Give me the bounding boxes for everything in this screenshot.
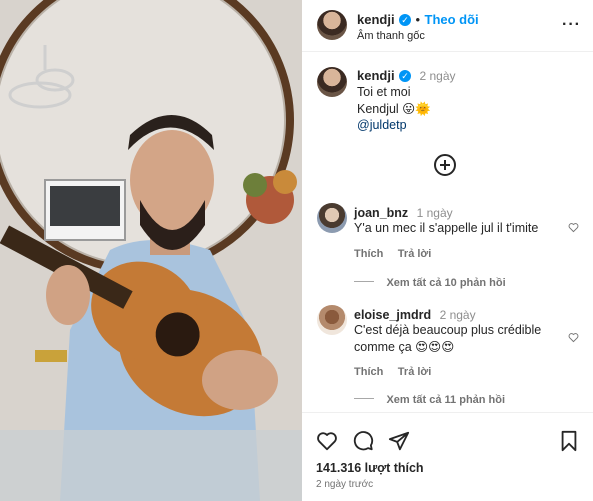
caption-mention-link[interactable]: @juldetp bbox=[357, 118, 407, 132]
add-comment-icon[interactable] bbox=[434, 154, 456, 176]
caption-line-1: Toi et moi bbox=[357, 85, 411, 99]
verified-icon: ✓ bbox=[399, 13, 412, 26]
video-frame-illustration bbox=[0, 0, 302, 501]
view-replies-line bbox=[354, 398, 374, 400]
reply-button[interactable]: Trả lời bbox=[398, 366, 432, 378]
caption-avatar[interactable] bbox=[317, 67, 347, 97]
heart-icon[interactable] bbox=[316, 430, 338, 452]
like-comment-button[interactable]: Thích bbox=[354, 248, 383, 260]
comment-icon[interactable] bbox=[352, 430, 374, 452]
comment-time[interactable]: 2 ngày bbox=[440, 308, 476, 322]
comment-text-line-1: C'est déjà beaucoup plus crédible bbox=[354, 323, 542, 337]
post-side-panel: kendji ✓ • Theo dõi Âm thanh gốc ··· ken… bbox=[302, 0, 593, 501]
commenter-username[interactable]: joan_bnz bbox=[354, 206, 408, 220]
comment-heart-icon[interactable] bbox=[568, 222, 579, 233]
view-replies-line bbox=[354, 281, 374, 283]
action-bar: 141.316 lượt thích 2 ngày trước bbox=[302, 412, 593, 501]
caption-username[interactable]: kendji bbox=[357, 68, 395, 83]
comment-text-line-2: comme ça 😍😍😍 bbox=[354, 340, 455, 354]
comment-time[interactable]: 1 ngày bbox=[417, 206, 453, 220]
commenter-avatar[interactable] bbox=[317, 305, 347, 335]
comment-text: Y'a un mec il s'appelle jul il t'imite bbox=[354, 221, 539, 235]
commenter-avatar[interactable] bbox=[317, 203, 347, 233]
caption-line-2: Kendjul 😛🌞 bbox=[357, 102, 431, 116]
bookmark-icon[interactable] bbox=[558, 430, 580, 452]
view-replies-link[interactable]: Xem tất cả 10 phản hồi bbox=[386, 277, 505, 289]
caption-time[interactable]: 2 ngày bbox=[419, 69, 455, 83]
reply-button[interactable]: Trả lời bbox=[398, 248, 432, 260]
more-icon[interactable]: ··· bbox=[562, 16, 581, 34]
post-media[interactable] bbox=[0, 0, 302, 501]
post-header: kendji ✓ • Theo dõi Âm thanh gốc ··· bbox=[302, 0, 593, 52]
likes-count[interactable]: 141.316 lượt thích bbox=[316, 461, 424, 475]
view-replies-link[interactable]: Xem tất cả 11 phản hồi bbox=[386, 394, 505, 406]
comment-heart-icon[interactable] bbox=[568, 332, 579, 343]
author-avatar[interactable] bbox=[317, 10, 347, 40]
follow-button[interactable]: Theo dõi bbox=[425, 12, 479, 27]
verified-icon: ✓ bbox=[399, 69, 412, 82]
author-username[interactable]: kendji bbox=[357, 12, 395, 27]
audio-label[interactable]: Âm thanh gốc bbox=[357, 30, 425, 42]
separator-dot: • bbox=[415, 12, 421, 27]
commenter-username[interactable]: eloise_jmdrd bbox=[354, 308, 431, 322]
post-time-ago[interactable]: 2 ngày trước bbox=[316, 479, 373, 490]
like-comment-button[interactable]: Thích bbox=[354, 366, 383, 378]
share-icon[interactable] bbox=[388, 430, 410, 452]
